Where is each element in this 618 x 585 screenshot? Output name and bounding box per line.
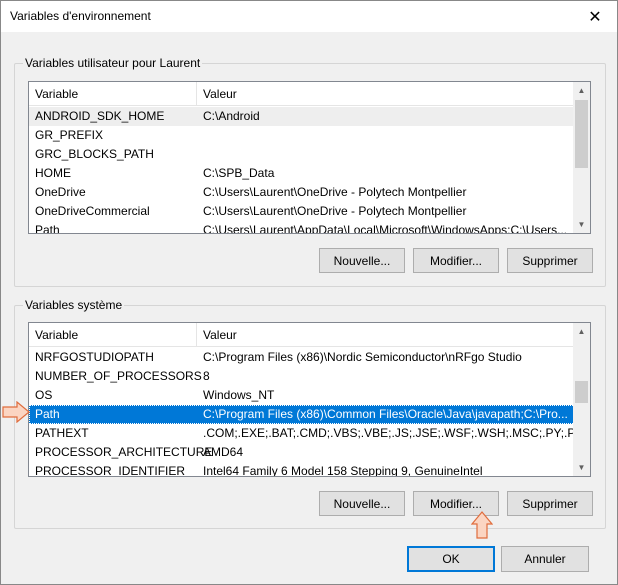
user-delete-button[interactable]: Supprimer xyxy=(507,248,593,273)
scroll-down-icon[interactable]: ▼ xyxy=(573,216,590,233)
table-row[interactable]: OneDriveCommercial C:\Users\Laurent\OneD… xyxy=(29,202,575,221)
system-list-header: Variable Valeur xyxy=(29,323,575,347)
system-column-variable[interactable]: Variable xyxy=(29,323,197,347)
user-variables-list[interactable]: Variable Valeur ANDROID_SDK_HOME C:\Andr… xyxy=(28,81,591,234)
user-column-variable[interactable]: Variable xyxy=(29,82,197,106)
title-bar: Variables d'environnement ✕ xyxy=(1,1,617,32)
table-row[interactable]: NUMBER_OF_PROCESSORS 8 xyxy=(29,367,575,386)
table-row[interactable]: GRC_BLOCKS_PATH xyxy=(29,145,575,164)
user-column-value[interactable]: Valeur xyxy=(197,82,575,106)
close-button[interactable]: ✕ xyxy=(573,1,617,32)
window-title: Variables d'environnement xyxy=(10,9,151,23)
system-column-value[interactable]: Valeur xyxy=(197,323,575,347)
scrollbar-thumb[interactable] xyxy=(575,381,588,403)
system-variables-list[interactable]: Variable Valeur NRFGOSTUDIOPATH C:\Progr… xyxy=(28,322,591,477)
scroll-up-icon[interactable]: ▲ xyxy=(573,323,590,340)
system-list-scrollbar[interactable]: ▲ ▼ xyxy=(573,323,590,476)
table-row[interactable]: ANDROID_SDK_HOME C:\Android xyxy=(29,107,575,126)
system-new-button[interactable]: Nouvelle... xyxy=(319,491,405,516)
table-row[interactable]: PROCESSOR_IDENTIFIER Intel64 Family 6 Mo… xyxy=(29,462,575,476)
environment-variables-dialog: Variables d'environnement ✕ Variables ut… xyxy=(0,0,618,585)
close-icon: ✕ xyxy=(588,8,602,26)
user-list-scrollbar[interactable]: ▲ ▼ xyxy=(573,82,590,233)
table-row[interactable]: PROCESSOR_ARCHITECTURE AMD64 xyxy=(29,443,575,462)
system-variables-label: Variables système xyxy=(23,298,125,312)
table-row[interactable]: GR_PREFIX xyxy=(29,126,575,145)
scroll-down-icon[interactable]: ▼ xyxy=(573,459,590,476)
system-variables-group: Variables système Variable Valeur NRFGOS… xyxy=(14,298,606,529)
table-row[interactable]: HOME C:\SPB_Data xyxy=(29,164,575,183)
table-row[interactable]: Path C:\Users\Laurent\AppData\Local\Micr… xyxy=(29,221,575,233)
table-row[interactable]: OS Windows_NT xyxy=(29,386,575,405)
table-row-selected[interactable]: Path C:\Program Files (x86)\Common Files… xyxy=(29,405,575,424)
table-row[interactable]: NRFGOSTUDIOPATH C:\Program Files (x86)\N… xyxy=(29,348,575,367)
user-variables-label: Variables utilisateur pour Laurent xyxy=(23,56,203,70)
scrollbar-thumb[interactable] xyxy=(575,100,588,168)
arrow-up-icon xyxy=(471,511,493,539)
table-row[interactable]: PATHEXT .COM;.EXE;.BAT;.CMD;.VBS;.VBE;.J… xyxy=(29,424,590,443)
table-row[interactable]: OneDrive C:\Users\Laurent\OneDrive - Pol… xyxy=(29,183,575,202)
user-edit-button[interactable]: Modifier... xyxy=(413,248,499,273)
ok-button[interactable]: OK xyxy=(407,546,495,572)
cancel-button[interactable]: Annuler xyxy=(501,546,589,572)
user-list-header: Variable Valeur xyxy=(29,82,575,106)
user-new-button[interactable]: Nouvelle... xyxy=(319,248,405,273)
scroll-up-icon[interactable]: ▲ xyxy=(573,82,590,99)
arrow-right-icon xyxy=(2,401,30,423)
user-variables-group: Variables utilisateur pour Laurent Varia… xyxy=(14,56,606,287)
system-delete-button[interactable]: Supprimer xyxy=(507,491,593,516)
